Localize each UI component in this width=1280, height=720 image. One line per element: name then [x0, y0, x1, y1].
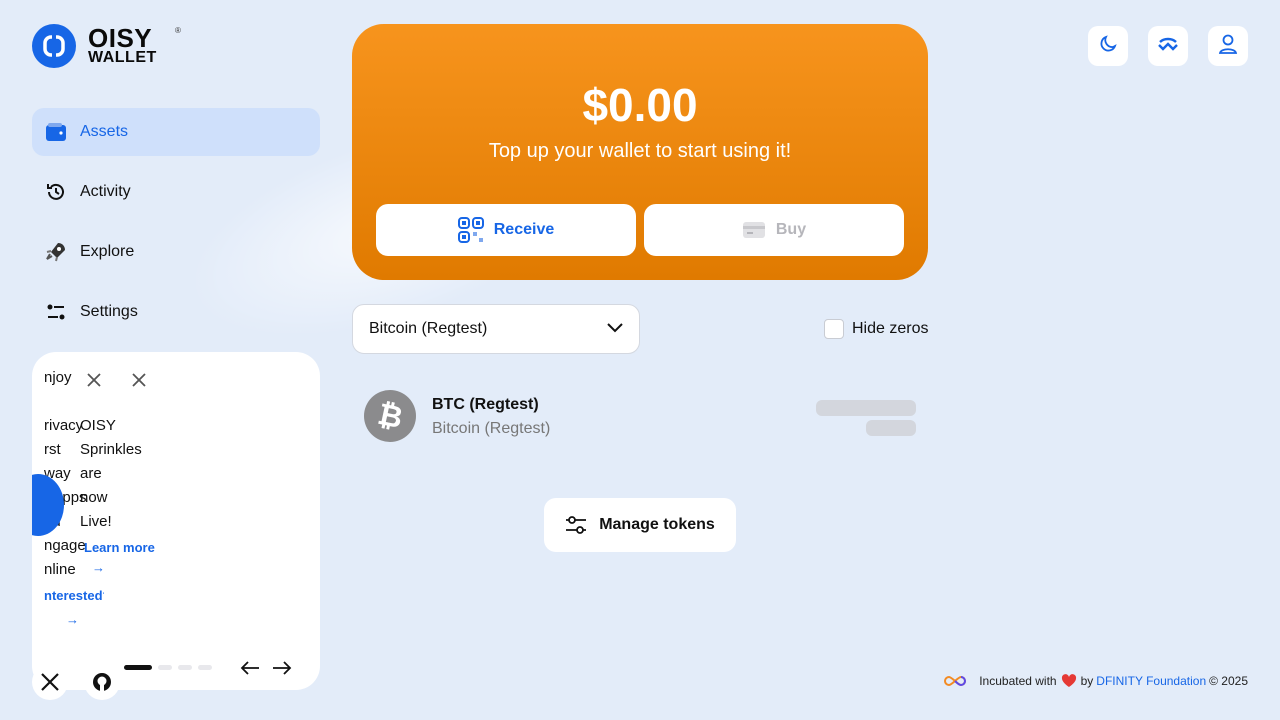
- buy-label: Buy: [775, 221, 807, 238]
- chevron-down-icon: [607, 320, 623, 338]
- nav-item-settings[interactable]: Settings: [32, 288, 320, 336]
- history-icon: [44, 180, 68, 204]
- brand-line1: OISY: [88, 22, 153, 53]
- info-carousel-card: njoy rivacy rst way dApps nd ngage nline…: [32, 352, 320, 690]
- carousel-pagination: [124, 665, 212, 670]
- nav-item-assets[interactable]: Assets: [32, 108, 320, 156]
- nav-label-assets: Assets: [80, 123, 129, 140]
- interested-arrow-icon[interactable]: →: [44, 608, 104, 632]
- carousel-dot[interactable]: [198, 665, 212, 670]
- wallet-icon: [44, 120, 68, 144]
- arrow-right-icon[interactable]: [270, 656, 294, 680]
- arrow-left-icon[interactable]: [238, 656, 262, 680]
- qr-code-icon: [457, 217, 484, 243]
- settings-sliders-icon: [44, 300, 68, 324]
- hide-zeros-label: Hide zeros: [852, 320, 929, 337]
- heart-icon: [1061, 674, 1077, 688]
- token-symbol: BTC (Regtest): [432, 396, 539, 413]
- receive-label: Receive: [493, 221, 555, 238]
- network-select-value: Bitcoin (Regtest): [369, 320, 488, 337]
- close-icon[interactable]: [129, 370, 149, 390]
- theme-toggle-button[interactable]: [1088, 26, 1128, 66]
- brand-line2: WALLET: [88, 48, 157, 66]
- dfinity-infinity-icon: [943, 675, 967, 687]
- nav-item-activity[interactable]: Activity: [32, 168, 320, 216]
- manage-tokens-label: Manage tokens: [599, 516, 715, 533]
- account-button[interactable]: [1208, 26, 1248, 66]
- walletconnect-icon: [1157, 37, 1179, 56]
- rocket-icon: [44, 240, 68, 264]
- credit-card-icon: [742, 220, 766, 240]
- balance-hero-card: $0.00 Top up your wallet to start using …: [352, 24, 928, 280]
- footer-by: by: [1080, 674, 1094, 688]
- dfinity-link[interactable]: DFINITY Foundation: [1096, 674, 1206, 688]
- buy-button[interactable]: Buy: [644, 204, 904, 256]
- sidebar-nav: Assets Activity Explore Settings: [32, 108, 320, 348]
- balance-skeleton: [816, 400, 916, 416]
- network-select[interactable]: Bitcoin (Regtest): [352, 304, 640, 354]
- slide-b-line: OISY: [80, 417, 116, 434]
- carousel-dot[interactable]: [158, 665, 172, 670]
- token-network: Bitcoin (Regtest): [432, 420, 551, 437]
- manage-tokens-button[interactable]: Manage tokens: [544, 498, 736, 552]
- total-balance: $0.00: [582, 79, 698, 131]
- walletconnect-button[interactable]: [1148, 26, 1188, 66]
- nav-label-activity: Activity: [80, 183, 131, 200]
- hero-subtitle: Top up your wallet to start using it!: [488, 140, 792, 162]
- learn-more-arrow-icon[interactable]: →: [80, 558, 160, 578]
- oisy-logo-icon: [32, 24, 76, 68]
- token-row[interactable]: ₿ BTC (Regtest) Bitcoin (Regtest): [364, 390, 916, 442]
- slide-b-line: now: [80, 489, 108, 506]
- close-icon[interactable]: [84, 370, 104, 390]
- x-twitter-icon[interactable]: [32, 664, 68, 700]
- hide-zeros-toggle[interactable]: Hide zeros: [824, 319, 928, 339]
- learn-more-link[interactable]: Learn more: [80, 538, 160, 558]
- nav-label-settings: Settings: [80, 303, 138, 320]
- carousel-dot[interactable]: [124, 665, 152, 670]
- usd-skeleton: [866, 420, 916, 436]
- carousel-dot[interactable]: [178, 665, 192, 670]
- sliders-icon: [565, 515, 587, 535]
- slide-b-line: Live!: [80, 513, 112, 530]
- oisy-logo[interactable]: OISY WALLET ®: [32, 22, 181, 68]
- slide-b-line: are: [80, 465, 102, 482]
- moon-icon: [1098, 34, 1118, 59]
- footer-copyright: © 2025: [1209, 674, 1248, 688]
- bitcoin-icon: ₿: [364, 390, 416, 442]
- hide-zeros-checkbox[interactable]: [824, 319, 844, 339]
- github-icon[interactable]: [84, 664, 120, 700]
- nav-item-explore[interactable]: Explore: [32, 228, 320, 276]
- brand-registered-mark: ®: [175, 26, 181, 35]
- receive-button[interactable]: Receive: [376, 204, 636, 256]
- carousel-slide-sprinkles: OISY Sprinkles are now Live! Learn more …: [80, 414, 160, 578]
- footer: Incubated with by DFINITY Foundation © 2…: [943, 674, 1248, 688]
- slide-b-line: Sprinkles: [80, 441, 142, 458]
- user-icon: [1218, 33, 1238, 60]
- footer-incubated: Incubated with: [979, 674, 1057, 688]
- interested-link[interactable]: nterested?: [44, 584, 104, 608]
- nav-label-explore: Explore: [80, 243, 135, 260]
